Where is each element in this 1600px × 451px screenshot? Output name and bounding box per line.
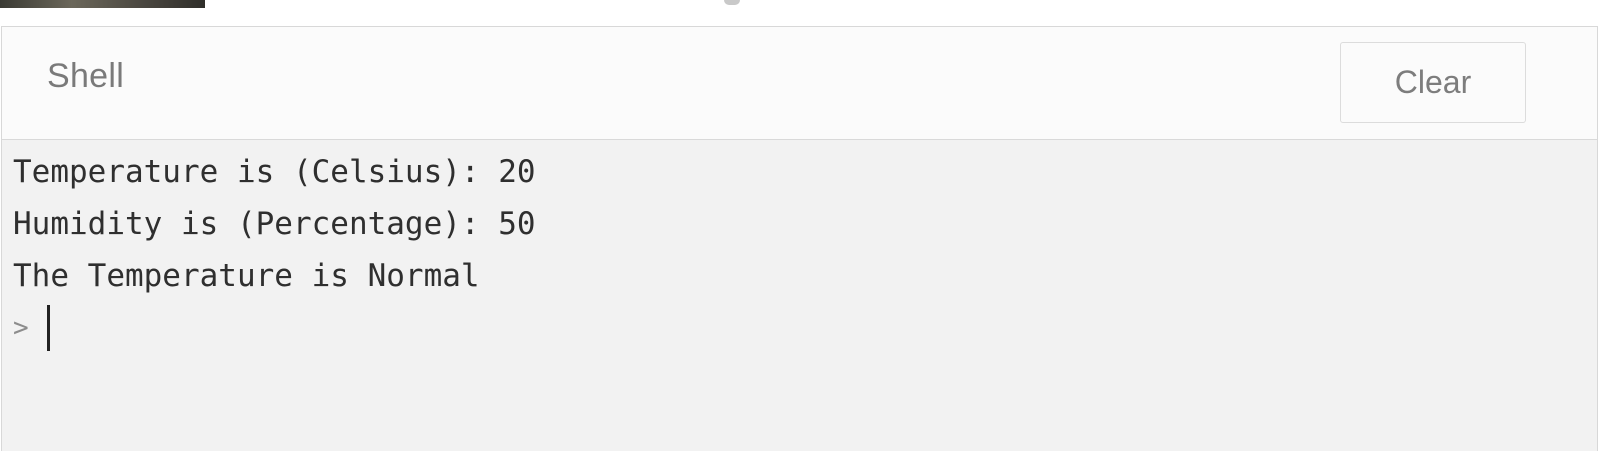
console-output-line: Humidity is (Percentage): 50 bbox=[13, 206, 536, 242]
text-cursor bbox=[46, 305, 50, 351]
console-prompt-row[interactable]: > bbox=[13, 303, 50, 353]
shell-header: Shell Clear bbox=[2, 27, 1597, 140]
partial-control bbox=[724, 0, 740, 5]
shell-panel: Shell Clear Temperature is (Celsius): 20… bbox=[1, 26, 1598, 451]
app-page: Shell Clear Temperature is (Celsius): 20… bbox=[0, 0, 1600, 451]
shell-title: Shell bbox=[47, 57, 125, 95]
thumbnail-image bbox=[0, 0, 205, 8]
clear-button[interactable]: Clear bbox=[1340, 42, 1526, 123]
shell-console[interactable]: Temperature is (Celsius): 20 Humidity is… bbox=[2, 140, 1597, 451]
prompt-symbol: > bbox=[13, 313, 29, 343]
console-output-line: The Temperature is Normal bbox=[13, 258, 480, 294]
top-toolbar-strip bbox=[0, 0, 1600, 26]
console-output-line: Temperature is (Celsius): 20 bbox=[13, 154, 536, 190]
